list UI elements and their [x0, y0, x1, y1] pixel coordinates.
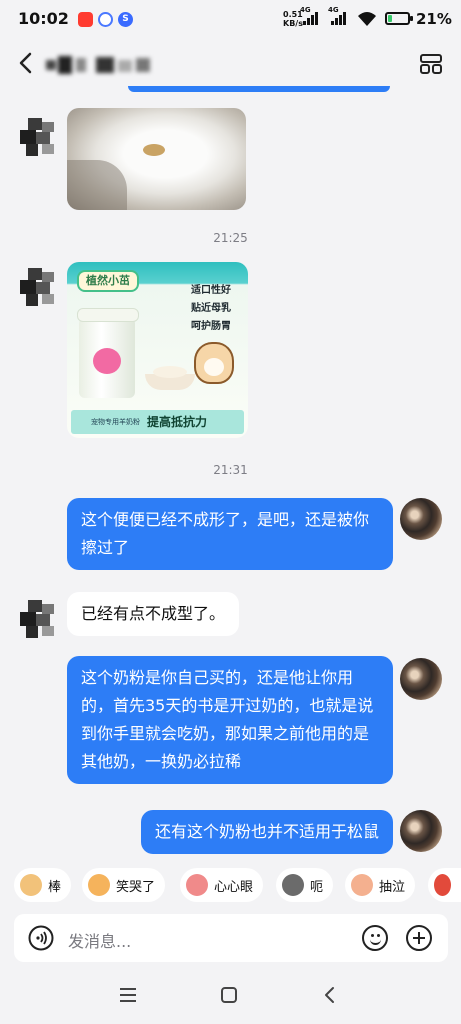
hamster-illustration — [194, 342, 234, 384]
cat-laugh-cry-icon — [88, 874, 110, 896]
app-notification-icon — [98, 12, 113, 27]
emoji-icon[interactable] — [362, 925, 388, 951]
quick-reply-chip[interactable] — [428, 868, 461, 902]
sent-message[interactable]: 还有这个奶粉也并不适用于松鼠 — [140, 810, 393, 854]
plus-icon[interactable] — [406, 925, 432, 951]
wifi-icon — [358, 12, 376, 26]
system-nav-bar — [0, 972, 461, 1024]
sent-message[interactable]: 这个奶粉是你自己买的，还是他让你用的，首先35天的书是开过奶的，也就是说到你手里… — [67, 656, 393, 784]
recent-apps-icon[interactable] — [120, 988, 136, 1002]
product-brand-logo: 植然小茁 — [77, 270, 139, 292]
cat-thumbs-up-icon — [20, 874, 42, 896]
product-banner-title: 提高抵抗力 — [147, 415, 208, 429]
quick-reply-label: 棒 — [48, 879, 62, 895]
message-text: 这个便便已经不成形了，是吧，还是被你擦过了 — [81, 510, 370, 557]
status-time: 10:02 — [18, 9, 69, 28]
quick-emoji-replies: 棒 笑哭了 心心眼 呃 抽泣 — [0, 866, 461, 906]
contact-avatar[interactable] — [20, 600, 60, 640]
app-notification-icon — [78, 12, 93, 27]
battery-percent: 21% — [416, 10, 452, 28]
grid-menu-icon[interactable] — [419, 52, 443, 76]
quick-reply-label: 呃 — [310, 879, 324, 895]
message-text: 已经有点不成型了。 — [81, 604, 226, 623]
network-speed-unit: KB/s — [283, 19, 303, 28]
user-avatar[interactable] — [400, 810, 442, 852]
quick-reply-label: 心心眼 — [214, 879, 254, 895]
quick-reply-chip[interactable]: 呃 — [276, 868, 334, 902]
status-bar: 10:02 S 0.51 KB/s 4G 4G 21% — [0, 0, 461, 38]
quick-reply-chip[interactable]: 棒 — [14, 868, 72, 902]
message-input-bar: 发消息... — [14, 914, 448, 962]
back-icon[interactable] — [321, 986, 339, 1004]
message-text: 还有这个奶粉也并不适用于松鼠 — [154, 822, 379, 841]
received-photo-message[interactable] — [67, 108, 246, 210]
quick-reply-label: 笑哭了 — [116, 879, 156, 895]
contact-avatar[interactable] — [20, 118, 60, 158]
contact-name-redacted — [46, 54, 158, 76]
previous-message-bubble — [128, 86, 390, 92]
received-product-image[interactable]: 植然小茁 适口性好 贴近母乳 呵护肠胃 宠物专用羊奶粉 提高抵抗力 — [67, 262, 248, 438]
message-list[interactable]: 21:25 植然小茁 适口性好 贴近母乳 呵护肠胃 宠物专用羊奶粉 提高抵抗力 … — [0, 96, 461, 860]
quick-reply-chip[interactable]: 笑哭了 — [82, 868, 166, 902]
user-avatar[interactable] — [400, 658, 442, 700]
voice-input-icon[interactable] — [28, 925, 54, 951]
cat-angry-icon — [434, 874, 451, 896]
timestamp: 21:31 — [213, 463, 248, 477]
cat-speechless-icon — [282, 874, 304, 896]
home-icon[interactable] — [221, 987, 237, 1003]
quick-reply-label: 抽泣 — [379, 879, 406, 895]
powder-bowl — [145, 366, 195, 390]
cat-heart-eyes-icon — [186, 874, 208, 896]
chevron-left-icon[interactable] — [14, 50, 38, 76]
cat-sobbing-icon — [351, 874, 373, 896]
message-text: 这个奶粉是你自己买的，还是他让你用的，首先35天的书是开过奶的，也就是说到你手里… — [81, 668, 374, 771]
received-message[interactable]: 已经有点不成型了。 — [67, 592, 240, 636]
quick-reply-chip[interactable]: 抽泣 — [345, 868, 416, 902]
milk-powder-jar — [77, 308, 139, 398]
network-type-label: 4G — [328, 6, 339, 14]
battery-icon — [385, 12, 413, 25]
sent-message[interactable]: 这个便便已经不成形了，是吧，还是被你擦过了 — [67, 498, 393, 570]
chat-header — [0, 38, 461, 90]
user-avatar[interactable] — [400, 498, 442, 540]
product-banner: 宠物专用羊奶粉 提高抵抗力 — [71, 410, 244, 434]
timestamp: 21:25 — [213, 231, 248, 245]
message-input[interactable]: 发消息... — [68, 928, 131, 952]
quick-reply-chip[interactable]: 心心眼 — [180, 868, 264, 902]
network-type-label: 4G — [300, 6, 311, 14]
contact-avatar[interactable] — [20, 268, 60, 308]
product-features: 适口性好 贴近母乳 呵护肠胃 — [191, 285, 231, 332]
product-banner-subtitle: 宠物专用羊奶粉 — [91, 418, 140, 426]
app-notification-icon: S — [118, 12, 133, 27]
